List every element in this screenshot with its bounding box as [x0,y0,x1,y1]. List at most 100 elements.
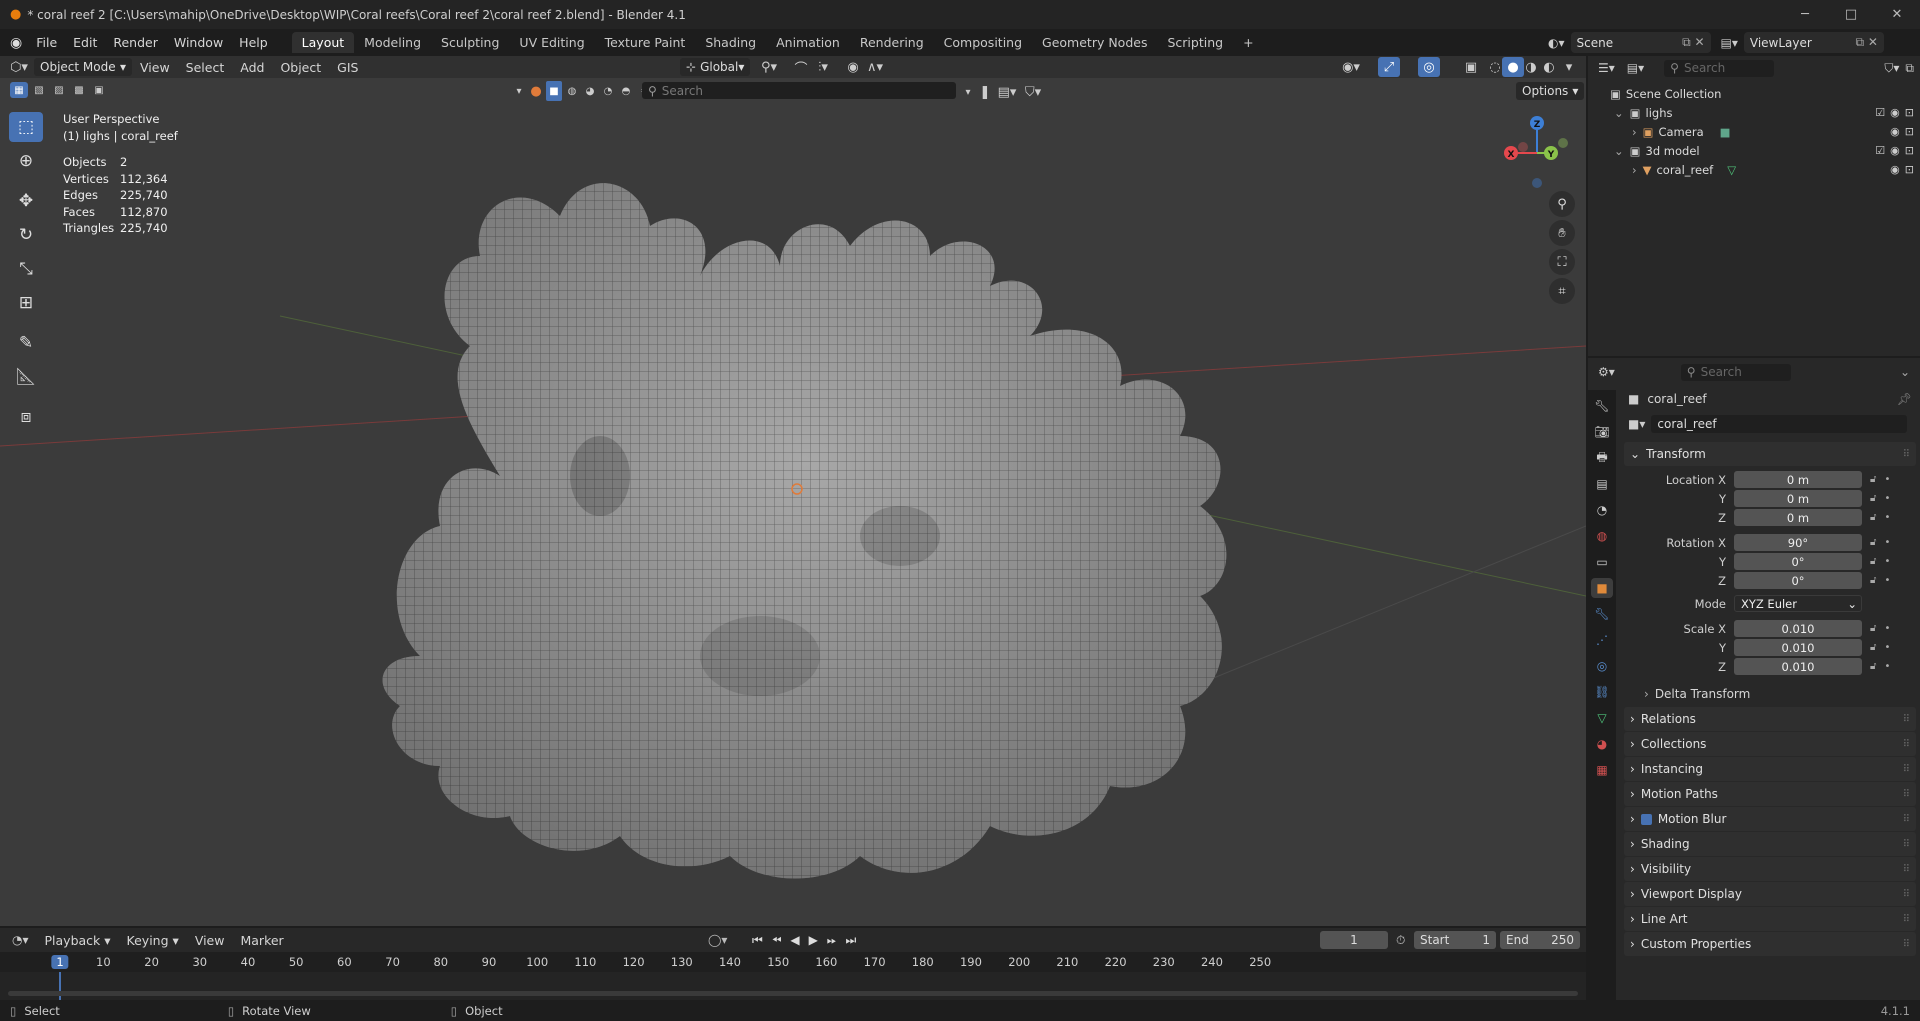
auto-keying-icon[interactable]: ◯▾ [708,933,727,947]
panel-grip-icon[interactable]: ⠿ [1903,739,1910,750]
viewport-menu-view[interactable]: View [132,60,178,75]
viewport-search-input[interactable]: ⚲ Search [642,82,956,99]
scale-x-field[interactable]: 0.010 [1734,620,1862,637]
lock-icon[interactable]: 🔓︎ [1870,537,1876,548]
camera-render-icon[interactable]: ⊡ [1905,144,1914,157]
keyframe-dot-icon[interactable]: • [1884,512,1890,523]
end-frame-field[interactable]: End 250 [1500,931,1580,949]
particles-tab-icon[interactable]: ⋰ [1591,630,1613,650]
chevron-down-icon[interactable]: ⌄ [1614,144,1624,158]
zoom-icon[interactable]: ⚲ [1549,191,1575,217]
outliner-editor-icon[interactable]: ☰▾ [1598,61,1615,75]
keyframe-dot-icon[interactable]: • [1884,556,1890,567]
select-intersect-icon[interactable]: ▣ [90,82,108,98]
tab-geometry-nodes[interactable]: Geometry Nodes [1032,32,1157,53]
eye-icon[interactable]: ◉ [1890,163,1900,176]
outliner-row-object[interactable]: › ▣ Camera ■ ◉ ⊡ [1588,122,1920,141]
modifier-tab-icon[interactable]: 🔧︎ [1591,604,1613,624]
camera-render-icon[interactable]: ⊡ [1905,106,1914,119]
play-icon[interactable]: ▶ [804,931,822,949]
visibility-icon[interactable]: ◉▾ [1340,57,1362,77]
annotate-tool-icon[interactable]: ✎ [9,328,43,358]
dropdown-icon[interactable]: ▾ [512,81,526,101]
panel-grip-icon[interactable]: ⠿ [1903,449,1910,460]
filter-solid-icon[interactable]: ■ [546,81,562,101]
rotation-mode-dropdown[interactable]: XYZ Euler ⌄ [1734,595,1862,612]
menu-file[interactable]: File [28,35,65,50]
blender-menu-icon[interactable]: ◉ [10,35,22,51]
gizmo-toggle-icon[interactable]: ⤢ [1378,57,1400,77]
keyframe-dot-icon[interactable]: • [1884,493,1890,504]
snap-icon[interactable]: ⌒ [790,57,812,77]
tool-tab-icon[interactable]: 🔧︎ [1591,396,1613,416]
rendered-shading-icon[interactable]: ◐ [1538,57,1560,77]
outliner-row-collection[interactable]: ⌄ ▣ 3d model ☑ ◉ ⊡ [1588,141,1920,160]
jump-start-icon[interactable]: ⏮︎ [748,931,767,949]
timeline-ruler[interactable]: 1 10 20 30 40 50 60 70 80 90 100 110 120 130 140 150 160… [0,952,1586,972]
panel-grip-icon[interactable]: ⠿ [1903,839,1910,850]
tab-compositing[interactable]: Compositing [934,32,1032,53]
timeline-editor-icon[interactable]: ◔▾ [12,933,29,947]
view-layer-icon[interactable]: ▤▾ [1721,36,1738,50]
filter-material-icon[interactable]: ◕ [582,81,598,101]
rotate-tool-icon[interactable]: ↻ [9,220,43,250]
object-name-field[interactable]: coral_reef [1651,415,1908,433]
start-frame-field[interactable]: Start 1 [1414,931,1496,949]
constraints-tab-icon[interactable]: ⛓︎ [1591,682,1613,702]
timeline-menu-keying[interactable]: Keying ▾ [119,933,187,948]
minimize-icon[interactable]: ─ [1782,0,1828,29]
timeline-menu-view[interactable]: View [187,933,233,948]
select-subtract-icon[interactable]: ▨ [50,82,68,98]
shading-options-icon[interactable]: ▾ [1558,57,1580,77]
display-mode-icon[interactable]: ▤▾ [1627,61,1644,75]
new-view-layer-icon[interactable]: ⧉ ✕ [1855,35,1877,50]
pivot-icon[interactable]: ⚲▾ [758,57,780,77]
current-frame-field[interactable]: 1 [1320,931,1388,949]
lock-icon[interactable]: 🔓︎ [1870,556,1876,567]
outliner-search-input[interactable]: ⚲ Search [1664,59,1775,77]
texture-tab-icon[interactable]: ▦ [1591,760,1613,780]
editor-type-icon[interactable]: ⬡▾ [8,57,30,77]
camera-render-icon[interactable]: ⊡ [1905,163,1914,176]
falloff-icon[interactable]: ∧▾ [864,57,886,77]
physics-tab-icon[interactable]: ◎ [1591,656,1613,676]
overlay-toggle-icon[interactable]: ◎ [1418,57,1440,77]
filter-icon[interactable]: ⛉▾ [1884,61,1899,76]
rotation-y-field[interactable]: 0° [1734,553,1862,570]
camera-view-icon[interactable]: ⛶ [1549,249,1575,275]
measure-tool-icon[interactable]: 📐︎ [9,362,43,392]
transform-panel-header[interactable]: ⌄ Transform ⠿ [1624,442,1916,466]
select-box-tool-icon[interactable]: ⬚ [9,112,43,142]
add-workspace-icon[interactable]: + [1233,32,1263,53]
cursor-tool-icon[interactable]: ⊕ [9,146,43,176]
delta-transform-subpanel[interactable]: › Delta Transform [1620,682,1920,706]
timeline-scrollbar[interactable] [8,991,1578,996]
viewport-menu-add[interactable]: Add [232,60,272,75]
pin-icon[interactable]: 📌︎ [1897,392,1912,406]
scale-tool-icon[interactable]: ⤡ [9,254,43,284]
chevron-down-icon[interactable]: ▾ [962,82,974,102]
shading-panel-header[interactable]: › Shading ⠿ [1624,832,1916,856]
render-tab-icon[interactable]: 📷︎ [1591,422,1613,442]
custom-properties-panel-header[interactable]: › Custom Properties ⠿ [1624,932,1916,956]
relations-panel-header[interactable]: › Relations ⠿ [1624,707,1916,731]
lock-icon[interactable]: 🔓︎ [1870,493,1876,504]
funnel-icon[interactable]: ⛉▾ [1022,82,1044,102]
panel-grip-icon[interactable]: ⠿ [1903,764,1910,775]
jump-keyframe-back-icon[interactable]: ⏪︎ [767,931,786,949]
keyframe-dot-icon[interactable]: • [1884,575,1890,586]
line-art-panel-header[interactable]: › Line Art ⠿ [1624,907,1916,931]
rotation-z-field[interactable]: 0° [1734,572,1862,589]
outliner-row-scene-collection[interactable]: ▣ Scene Collection [1588,84,1920,103]
tab-layout[interactable]: Layout [291,32,355,53]
outliner-row-object[interactable]: › ▼ coral_reef ▽ ◉ ⊡ [1588,160,1920,179]
add-cube-tool-icon[interactable]: ⧈ [9,402,43,432]
panel-grip-icon[interactable]: ⠿ [1903,914,1910,925]
close-icon[interactable]: ✕ [1874,0,1920,29]
eye-icon[interactable]: ◉ [1890,144,1900,157]
visibility-panel-header[interactable]: › Visibility ⠿ [1624,857,1916,881]
lock-icon[interactable]: 🔓︎ [1870,642,1876,653]
options-dropdown[interactable]: Options ▾ [1516,82,1585,100]
rotation-x-field[interactable]: 90° [1734,534,1862,551]
menu-render[interactable]: Render [105,35,166,50]
